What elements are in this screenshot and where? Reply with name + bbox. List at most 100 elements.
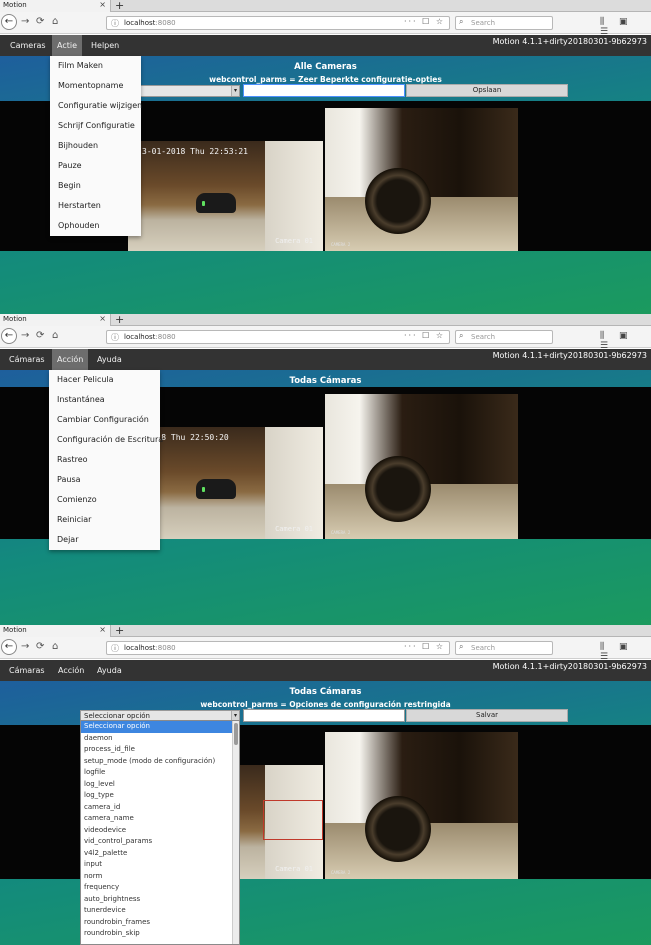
dropdown-item[interactable]: Pauze bbox=[50, 156, 141, 176]
config-option[interactable]: roundrobin_skip bbox=[81, 928, 239, 940]
list-scrollbar[interactable] bbox=[232, 721, 239, 944]
config-option[interactable]: daemon bbox=[81, 733, 239, 745]
url-bar[interactable]: ⓘ localhost:8080 ··· ☐ ☆ bbox=[106, 330, 450, 344]
menu-action[interactable]: Acción bbox=[53, 660, 89, 681]
menu-cameras[interactable]: Cameras bbox=[5, 35, 51, 56]
search-input[interactable]: ⌕ Search bbox=[455, 641, 553, 655]
version-label: Motion 4.1.1+dirty20180301-9b62973 bbox=[492, 351, 647, 360]
dropdown-item[interactable]: Bijhouden bbox=[50, 136, 141, 156]
menu-cameras[interactable]: Cámaras bbox=[4, 349, 50, 370]
config-option[interactable]: Seleccionar opción bbox=[81, 721, 239, 733]
config-option[interactable]: roundrobin_frames bbox=[81, 917, 239, 929]
browser-tab[interactable]: Motion × bbox=[0, 314, 111, 326]
new-tab-icon[interactable]: + bbox=[115, 314, 124, 326]
save-button[interactable]: Opslaan bbox=[406, 84, 568, 97]
dropdown-item[interactable]: Pausa bbox=[49, 470, 160, 490]
page-actions-icon[interactable]: ··· ☐ ☆ bbox=[404, 642, 445, 651]
close-tab-icon[interactable]: × bbox=[99, 314, 106, 323]
camera-1-feed[interactable]: 3-01-2018 Thu 22:53:21 Camera 01 bbox=[128, 141, 323, 251]
menu-action[interactable]: Actie bbox=[52, 35, 83, 56]
info-icon[interactable]: ⓘ bbox=[111, 643, 119, 654]
search-input[interactable]: ⌕ Search bbox=[455, 16, 553, 30]
camera-2-feed[interactable]: CAMERA 2 bbox=[325, 732, 518, 879]
dropdown-item[interactable]: Reiniciar bbox=[49, 510, 160, 530]
dropdown-item[interactable]: Film Maken bbox=[50, 56, 141, 76]
dropdown-item[interactable]: Configuratie wijzigen bbox=[50, 96, 142, 116]
dropdown-item[interactable]: Rastreo bbox=[49, 450, 160, 470]
config-value-input[interactable] bbox=[243, 709, 405, 722]
camera-2-feed[interactable]: CAMERA 2 bbox=[325, 394, 518, 539]
wheel-object bbox=[365, 456, 431, 522]
config-option[interactable]: log_level bbox=[81, 779, 239, 791]
config-option[interactable]: frequency bbox=[81, 882, 239, 894]
menu-help[interactable]: Ayuda bbox=[92, 349, 127, 370]
config-option[interactable]: input bbox=[81, 859, 239, 871]
menu-cameras[interactable]: Cámaras bbox=[4, 660, 50, 681]
config-option[interactable]: vid_control_params bbox=[81, 836, 239, 848]
config-option[interactable]: process_id_file bbox=[81, 744, 239, 756]
menu-help[interactable]: Ayuda bbox=[92, 660, 127, 681]
back-icon[interactable]: ← bbox=[1, 328, 17, 344]
info-icon[interactable]: ⓘ bbox=[111, 18, 119, 29]
url-bar[interactable]: ⓘ localhost:8080 ··· ☐ ☆ bbox=[106, 641, 450, 655]
config-option[interactable]: logfile bbox=[81, 767, 239, 779]
config-option[interactable]: log_type bbox=[81, 790, 239, 802]
search-input[interactable]: ⌕ Search bbox=[455, 330, 553, 344]
config-option[interactable]: videodevice bbox=[81, 825, 239, 837]
dropdown-item[interactable]: Hacer Pelicula bbox=[49, 370, 160, 390]
dropdown-item[interactable]: Comienzo bbox=[49, 490, 160, 510]
library-sidebar-menu-icon[interactable]: ⫼ ▣ ☰ bbox=[600, 17, 651, 37]
close-tab-icon[interactable]: × bbox=[99, 625, 106, 634]
info-icon[interactable]: ⓘ bbox=[111, 332, 119, 343]
forward-icon[interactable]: → bbox=[21, 641, 29, 653]
dropdown-item[interactable]: Configuración de Escritura bbox=[49, 430, 163, 450]
new-tab-icon[interactable]: + bbox=[115, 0, 124, 12]
dropdown-item[interactable]: Cambiar Configuración bbox=[49, 410, 160, 430]
home-icon[interactable]: ⌂ bbox=[52, 330, 58, 342]
menu-help[interactable]: Helpen bbox=[86, 35, 124, 56]
dropdown-item[interactable]: Ophouden bbox=[50, 216, 141, 236]
dropdown-item[interactable]: Dejar bbox=[49, 530, 160, 550]
forward-icon[interactable]: → bbox=[21, 16, 29, 28]
back-icon[interactable]: ← bbox=[1, 639, 17, 655]
forward-icon[interactable]: → bbox=[21, 330, 29, 342]
reload-icon[interactable]: ⟳ bbox=[36, 641, 44, 653]
browser-tab[interactable]: Motion × bbox=[0, 625, 111, 637]
scrollbar-thumb[interactable] bbox=[234, 723, 238, 745]
url-host: localhost bbox=[124, 333, 156, 341]
config-option[interactable]: norm bbox=[81, 871, 239, 883]
config-option[interactable]: auto_brightness bbox=[81, 894, 239, 906]
dropdown-item[interactable]: Herstarten bbox=[50, 196, 141, 216]
menu-action[interactable]: Acción bbox=[52, 349, 89, 370]
config-option[interactable]: camera_name bbox=[81, 813, 239, 825]
dropdown-item[interactable]: Instantánea bbox=[49, 390, 160, 410]
back-icon[interactable]: ← bbox=[1, 14, 17, 30]
dropdown-item[interactable]: Schrijf Configuratie bbox=[50, 116, 141, 136]
config-options-list[interactable]: Seleccionar opción daemon process_id_file s… bbox=[80, 720, 240, 945]
led-indicator bbox=[202, 487, 205, 492]
config-value-input[interactable] bbox=[243, 84, 405, 97]
config-option[interactable]: setup_mode (modo de configuración) bbox=[81, 756, 239, 768]
config-option[interactable]: tunerdevice bbox=[81, 905, 239, 917]
reload-icon[interactable]: ⟳ bbox=[36, 16, 44, 28]
url-bar[interactable]: ⓘ localhost:8080 ··· ☐ ☆ bbox=[106, 16, 450, 30]
screenshot-panel-dutch: Motion × + ← → ⟳ ⌂ ⓘ localhost:8080 ··· … bbox=[0, 0, 651, 314]
config-option[interactable]: v4l2_palette bbox=[81, 848, 239, 860]
dropdown-item[interactable]: Begin bbox=[50, 176, 141, 196]
dropdown-item[interactable]: Momentopname bbox=[50, 76, 141, 96]
home-icon[interactable]: ⌂ bbox=[52, 641, 58, 653]
navigation-toolbar: ← → ⟳ ⌂ ⓘ localhost:8080 ··· ☐ ☆ ⌕ Searc… bbox=[0, 326, 651, 351]
page-actions-icon[interactable]: ··· ☐ ☆ bbox=[404, 17, 445, 26]
new-tab-icon[interactable]: + bbox=[115, 625, 124, 637]
camera-2-feed[interactable]: CAMERA 2 bbox=[325, 108, 518, 251]
browser-tab[interactable]: Motion × bbox=[0, 0, 111, 12]
close-tab-icon[interactable]: × bbox=[99, 0, 106, 9]
select-value: Seleccionar opción bbox=[84, 712, 150, 720]
page-actions-icon[interactable]: ··· ☐ ☆ bbox=[404, 331, 445, 340]
reload-icon[interactable]: ⟳ bbox=[36, 330, 44, 342]
save-button[interactable]: Salvar bbox=[406, 709, 568, 722]
library-sidebar-menu-icon[interactable]: ⫼ ▣ ☰ bbox=[600, 331, 651, 351]
home-icon[interactable]: ⌂ bbox=[52, 16, 58, 28]
config-option[interactable]: camera_id bbox=[81, 802, 239, 814]
library-sidebar-menu-icon[interactable]: ⫼ ▣ ☰ bbox=[600, 642, 651, 662]
